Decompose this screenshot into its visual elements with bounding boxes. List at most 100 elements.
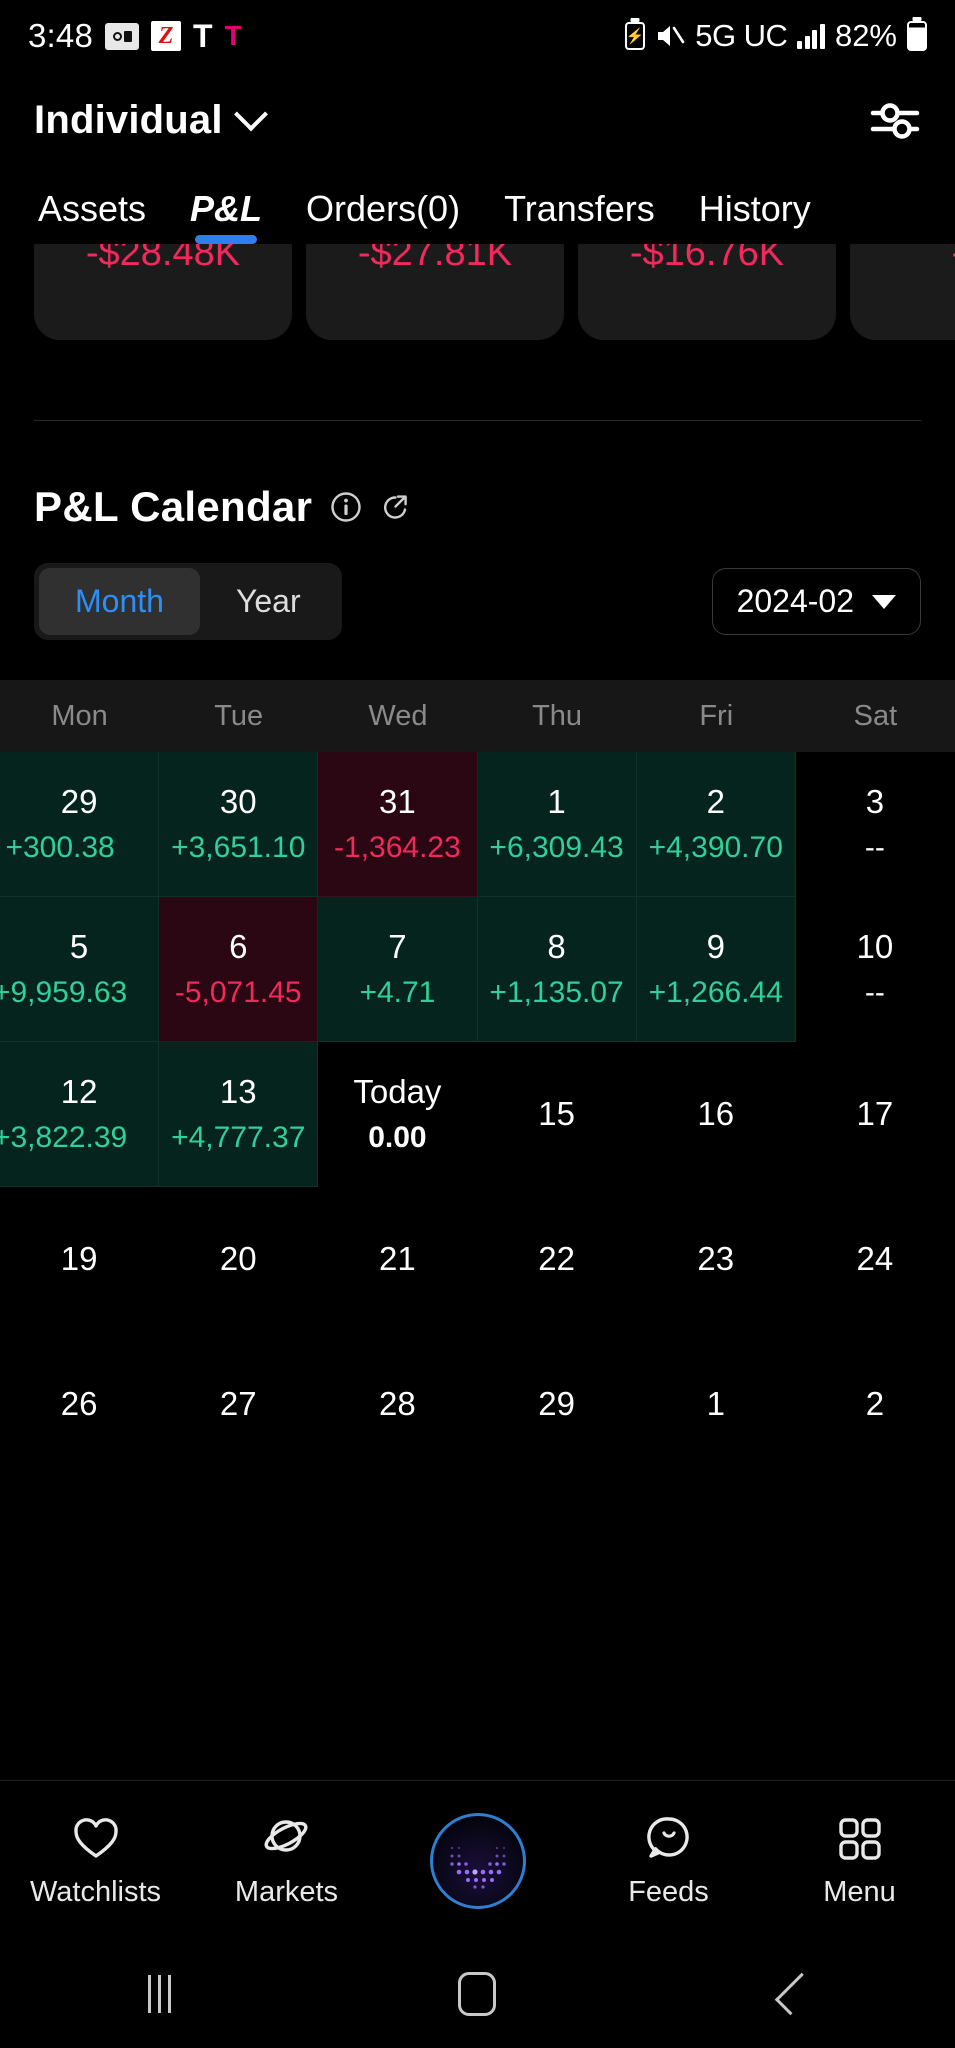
tab-history[interactable]: History — [677, 188, 833, 244]
info-icon[interactable] — [330, 491, 362, 523]
calendar-day-pnl: +3,822.39 — [0, 1121, 128, 1154]
calendar-day-number: 23 — [697, 1240, 735, 1277]
calendar-day-number: 28 — [379, 1385, 416, 1422]
calendar-day-cell[interactable]: 2 — [796, 1332, 955, 1477]
calendar-day-number: 26 — [60, 1385, 98, 1422]
tab-pnl[interactable]: P&L — [168, 188, 284, 244]
calendar-day-pnl: +3,651.10 — [171, 831, 306, 864]
external-link-icon[interactable] — [380, 491, 412, 523]
calendar-day-cell[interactable]: 2 +4,390.70 — [636, 752, 796, 897]
nav-label: Markets — [234, 1876, 339, 1908]
calendar-day-cell[interactable]: 16 — [637, 1042, 796, 1187]
calendar-day-number: 1 — [706, 1385, 725, 1422]
calendar-day-number: 7 — [388, 928, 407, 965]
day-header-sat: Sat — [853, 699, 898, 732]
recents-icon[interactable] — [147, 1975, 171, 2013]
status-time: 3:48 — [28, 17, 94, 54]
calendar-day-cell[interactable]: 24 — [796, 1187, 955, 1332]
calendar-day-cell[interactable]: 7 +4.71 — [318, 897, 478, 1042]
tab-orders[interactable]: Orders(0) — [284, 188, 482, 244]
summary-cards-scroller[interactable]: -$28.48K -$27.81K -$16.76K -$1 — [0, 244, 955, 340]
calendar-day-cell[interactable]: 9 +1,266.44 — [636, 897, 796, 1042]
summary-card-value: -$16.76K — [629, 244, 785, 274]
calendar-day-pnl: +1,135.07 — [489, 976, 624, 1009]
summary-card[interactable]: -$28.48K — [34, 244, 292, 340]
calendar-day-cell[interactable]: 29 +300.38 — [0, 752, 160, 897]
calendar-day-cell[interactable]: 15 — [478, 1042, 637, 1187]
calendar-day-number: 21 — [379, 1240, 416, 1277]
calendar-day-cell[interactable]: 13 +4,777.37 — [159, 1042, 319, 1187]
account-selector[interactable]: Individual — [34, 97, 268, 143]
calendar-day-number: 8 — [547, 928, 566, 965]
period-selector[interactable]: 2024-02 — [711, 568, 921, 635]
calendar-day-cell[interactable]: 30 +3,651.10 — [159, 752, 319, 897]
calendar-day-pnl: +9,959.63 — [0, 976, 128, 1009]
tmobile-icon: T — [193, 18, 213, 54]
calendar-day-cell[interactable]: 20 — [159, 1187, 318, 1332]
planet-icon — [261, 1812, 313, 1864]
summary-card-value: -$27.81K — [357, 244, 513, 274]
calendar-day-cell[interactable]: 8 +1,135.07 — [477, 897, 637, 1042]
summary-card[interactable]: -$27.81K — [306, 244, 564, 340]
status-bar: 3:48 Z T T ⚡ 5G UC 82% — [0, 0, 955, 72]
calendar-day-cell[interactable]: 26 — [0, 1332, 159, 1477]
calendar-day-cell[interactable]: 1 — [637, 1332, 796, 1477]
chevron-down-icon — [233, 97, 268, 132]
calendar: Mon Tue Wed Thu Fri Sat 29 +300.38 30 +3,65… — [0, 680, 955, 1477]
nav-ai-assistant[interactable] — [382, 1812, 573, 1909]
nav-feeds[interactable]: Feeds — [573, 1812, 764, 1909]
range-year-button[interactable]: Year — [200, 568, 337, 635]
calendar-day-pnl: +4,390.70 — [648, 831, 783, 864]
calendar-day-pnl: +300.38 — [5, 831, 115, 864]
caret-down-icon — [872, 594, 896, 609]
calendar-day-cell[interactable]: 21 — [318, 1187, 477, 1332]
calendar-day-cell[interactable]: 10 -- — [796, 897, 955, 1042]
calendar-day-cell[interactable]: 17 — [796, 1042, 955, 1187]
calendar-day-cell[interactable]: 22 — [478, 1187, 637, 1332]
back-icon[interactable] — [774, 1972, 818, 2016]
summary-card[interactable]: -$1 — [850, 244, 955, 340]
day-header-tue: Tue — [214, 699, 264, 732]
calendar-day-number: 31 — [379, 783, 416, 820]
tab-transfers[interactable]: Transfers — [482, 188, 677, 244]
summary-card[interactable]: -$16.76K — [578, 244, 836, 340]
system-nav-bar — [0, 1940, 955, 2048]
calendar-day-cell[interactable]: 23 — [637, 1187, 796, 1332]
home-icon[interactable] — [458, 1972, 497, 2016]
calendar-day-cell[interactable]: 31 -1,364.23 — [318, 752, 478, 897]
nav-menu[interactable]: Menu — [764, 1812, 955, 1909]
grid-icon — [834, 1812, 886, 1864]
calendar-day-number: 30 — [219, 783, 257, 820]
calendar-day-number: 9 — [706, 928, 725, 965]
calendar-day-cell[interactable]: 5 +9,959.63 — [0, 897, 160, 1042]
calendar-day-pnl: 0.00 — [368, 1121, 427, 1154]
calendar-day-cell[interactable]: 6 -5,071.45 — [159, 897, 319, 1042]
calendar-day-number: 1 — [547, 783, 566, 820]
calendar-day-cell[interactable]: 29 — [478, 1332, 637, 1477]
range-month-button[interactable]: Month — [39, 568, 200, 635]
calendar-day-cell[interactable]: 1 +6,309.43 — [477, 752, 637, 897]
calendar-day-number: 20 — [219, 1240, 257, 1277]
calendar-day-cell[interactable]: 12 +3,822.39 — [0, 1042, 160, 1187]
calendar-day-number: 12 — [60, 1073, 98, 1110]
calendar-day-cell[interactable]: 3 -- — [796, 752, 955, 897]
day-header-mon: Mon — [51, 699, 108, 732]
chat-bubble-icon — [643, 1812, 695, 1864]
page-title: P&L Calendar — [34, 483, 313, 530]
nav-watchlists[interactable]: Watchlists — [0, 1812, 191, 1909]
network-label: 5G UC — [695, 18, 788, 53]
calendar-day-number: 29 — [60, 783, 98, 820]
calendar-day-pnl: -1,364.23 — [334, 831, 461, 864]
calendar-day-cell[interactable]: 19 — [0, 1187, 159, 1332]
sliders-icon[interactable] — [869, 98, 921, 142]
ai-assistant-orb-icon — [429, 1812, 526, 1909]
calendar-day-cell[interactable]: 27 — [159, 1332, 318, 1477]
battery-saver-icon: ⚡ — [625, 22, 646, 50]
nav-markets[interactable]: Markets — [191, 1812, 382, 1909]
calendar-day-cell[interactable]: 28 — [318, 1332, 477, 1477]
tab-assets[interactable]: Assets — [34, 188, 168, 244]
calendar-day-number: 5 — [69, 928, 89, 965]
signal-icon — [797, 23, 825, 49]
calendar-day-cell[interactable]: Today 0.00 — [318, 1042, 477, 1187]
summary-card-value: -$1 — [952, 244, 955, 275]
